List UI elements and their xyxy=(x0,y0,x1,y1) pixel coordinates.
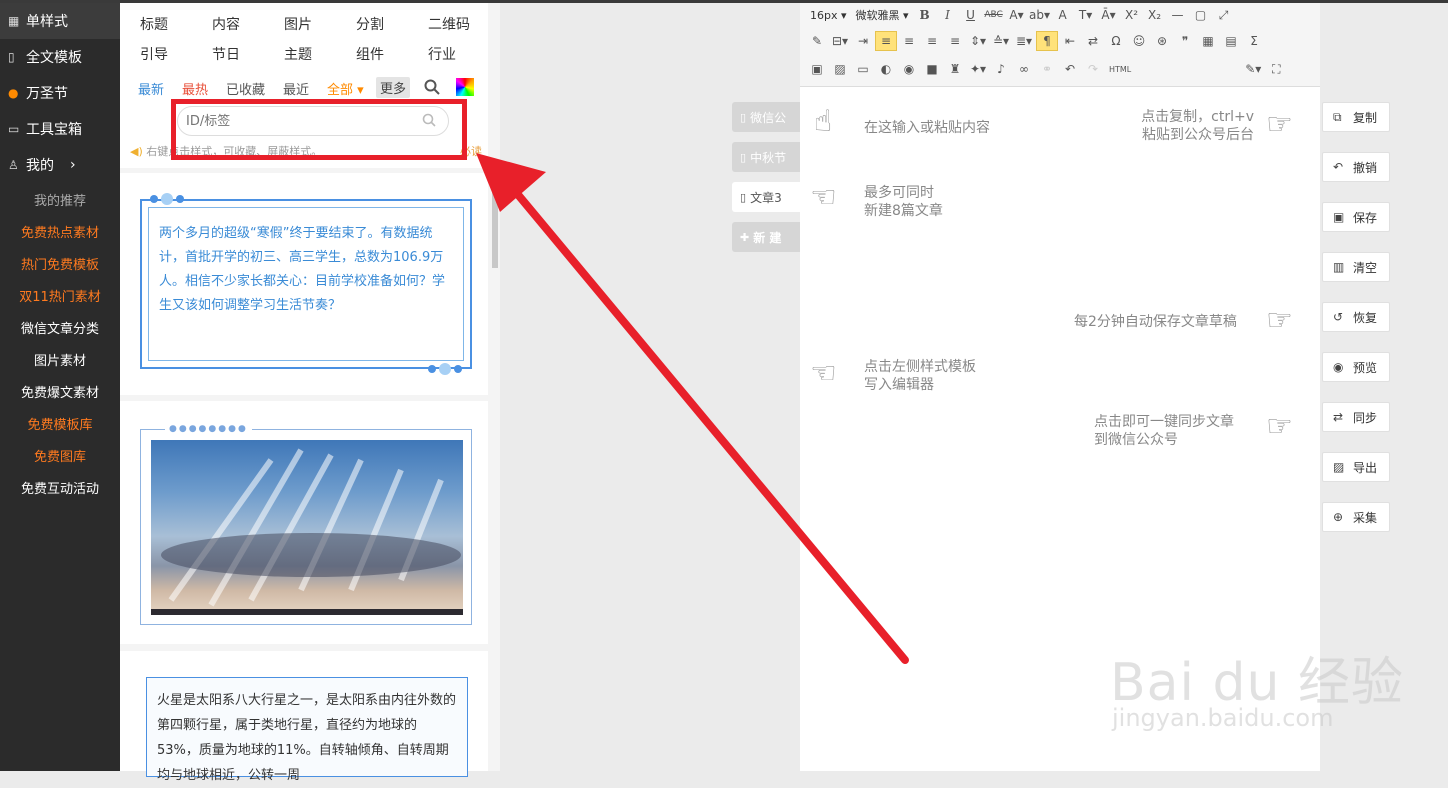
baidu-watermark-url: jingyan.baidu.com xyxy=(1112,704,1334,732)
